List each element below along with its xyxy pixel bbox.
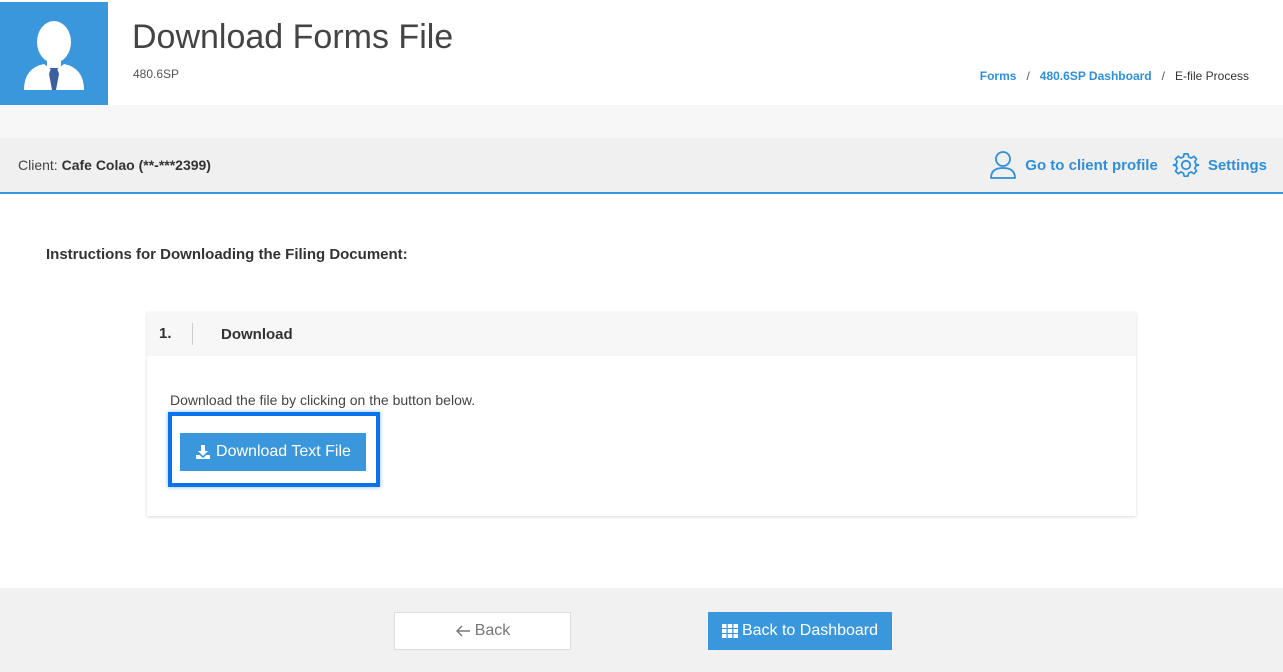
settings-label: Settings <box>1207 156 1267 174</box>
breadcrumb: Forms / 480.6SP Dashboard / E-file Process <box>980 69 1249 83</box>
gear-icon <box>1172 153 1200 178</box>
arrow-left-icon <box>455 625 470 637</box>
back-to-dashboard-label: Back to Dashboard <box>741 622 879 639</box>
breadcrumb-current: E-file Process <box>1174 69 1249 83</box>
user-avatar <box>0 2 108 105</box>
client-bar: Client: Cafe Colao (**-***2399) Go to cl… <box>0 138 1283 194</box>
step-number: 1. <box>147 323 193 345</box>
page-header: Download Forms File 480.6SP Forms / 480.6S… <box>0 0 1283 105</box>
go-to-client-profile-link[interactable]: Go to client profile <box>989 150 1158 180</box>
page-footer: Back Back to Dashboard <box>0 588 1283 672</box>
download-text-file-button[interactable]: Download Text File <box>180 433 366 471</box>
step-label: Download <box>221 325 293 343</box>
breadcrumb-forms-link[interactable]: Forms <box>980 69 1017 83</box>
step-description: Download the file by clicking on the but… <box>170 392 476 408</box>
download-icon <box>196 445 211 459</box>
user-avatar-icon <box>24 21 84 90</box>
client-label: Client: <box>18 157 58 173</box>
download-text-file-label: Download Text File <box>216 443 351 460</box>
page-title: Download Forms File <box>132 18 454 56</box>
user-profile-icon <box>990 151 1017 179</box>
header-spacer <box>0 105 1283 138</box>
instructions-title: Instructions for Downloading the Filing … <box>46 246 408 263</box>
client-name: Cafe Colao (**-***2399) <box>61 157 211 173</box>
back-to-dashboard-button[interactable]: Back to Dashboard <box>708 612 892 650</box>
page-subtitle: 480.6SP <box>133 67 180 81</box>
step-header: 1. Download <box>147 312 1136 356</box>
step-card: 1. Download Download the file by clickin… <box>147 312 1136 516</box>
back-button[interactable]: Back <box>394 612 571 650</box>
grid-table-icon <box>721 624 738 638</box>
breadcrumb-separator: / <box>1161 69 1165 83</box>
main-content: Instructions for Downloading the Filing … <box>0 194 1283 588</box>
go-to-client-profile-label: Go to client profile <box>1025 156 1158 174</box>
client-actions: Go to client profile Settings <box>989 150 1267 180</box>
client-info: Client: Cafe Colao (**-***2399) <box>18 157 211 173</box>
breadcrumb-dashboard-link[interactable]: 480.6SP Dashboard <box>1040 69 1152 83</box>
back-label: Back <box>474 622 511 639</box>
settings-link[interactable]: Settings <box>1172 151 1267 179</box>
breadcrumb-separator: / <box>1026 69 1030 83</box>
